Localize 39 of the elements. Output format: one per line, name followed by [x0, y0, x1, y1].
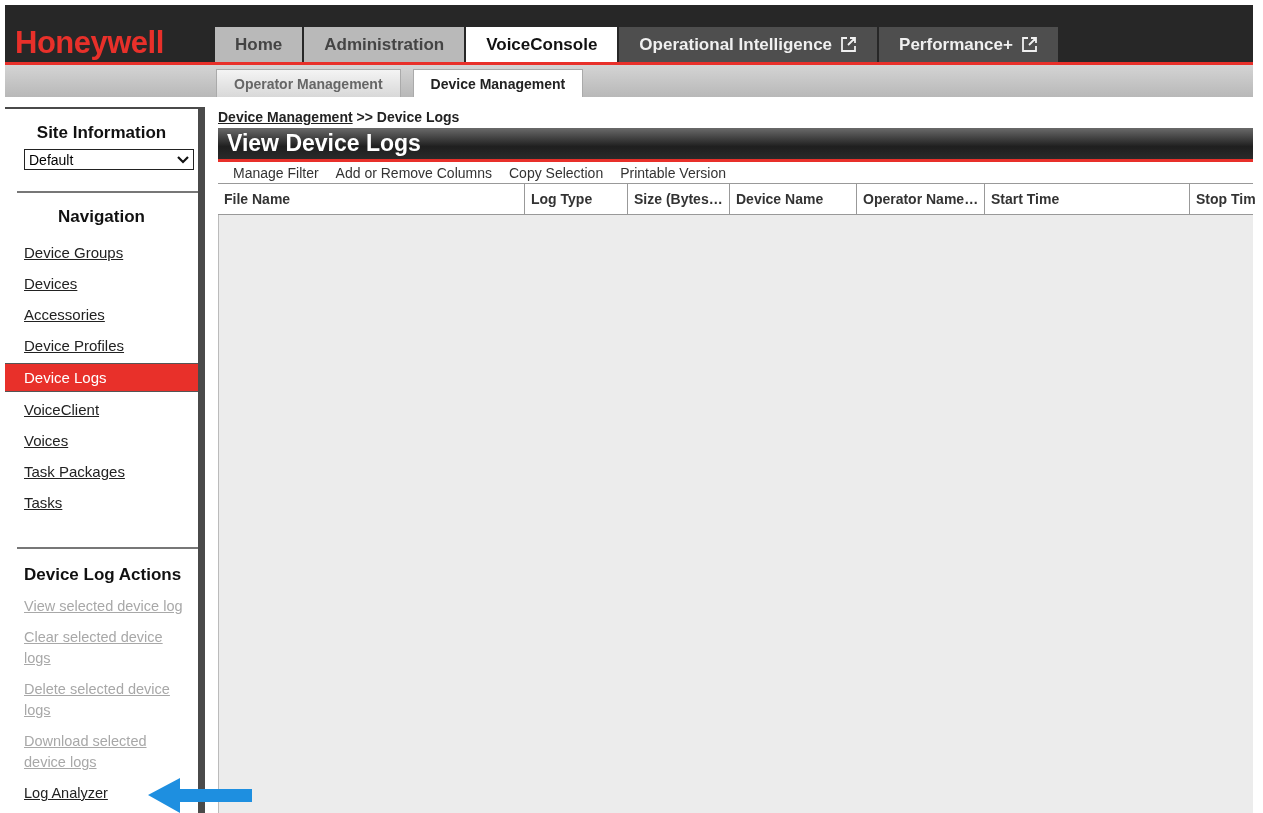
nav-tab[interactable]: Home	[215, 27, 303, 62]
site-information-heading: Site Information	[35, 123, 168, 143]
column-header[interactable]: Device Name	[729, 184, 856, 214]
nav-link[interactable]: Voices	[5, 427, 198, 454]
column-header[interactable]: Operator Name…	[856, 184, 984, 214]
external-link-icon	[840, 36, 858, 53]
nav-link[interactable]: Tasks	[5, 489, 198, 516]
sub-tab[interactable]: Device Management	[412, 69, 584, 97]
page-title: View Device Logs	[218, 128, 1253, 162]
toolbar-link[interactable]: Manage Filter	[233, 164, 319, 181]
nav-tab[interactable]: Administration	[304, 27, 465, 62]
column-header[interactable]: File Name	[218, 184, 524, 214]
sub-tab[interactable]: Operator Management	[216, 69, 401, 97]
action-link[interactable]: Log Analyzer	[24, 783, 108, 804]
column-header[interactable]: Stop Tim	[1189, 184, 1263, 214]
breadcrumb-link[interactable]: Device Management	[218, 109, 353, 125]
toolbar-link[interactable]: Printable Version	[620, 164, 726, 181]
external-link-icon	[1020, 36, 1038, 53]
column-header[interactable]: Start Time	[984, 184, 1189, 214]
toolbar-link[interactable]: Copy Selection	[509, 164, 604, 181]
nav-tab[interactable]: VoiceConsole	[466, 27, 618, 62]
toolbar-link[interactable]: Add or Remove Columns	[335, 164, 492, 181]
nav-tab[interactable]: Operational Intelligence	[619, 27, 878, 62]
chevron-down-icon	[177, 155, 189, 164]
honeywell-logo: Honeywell	[14, 24, 165, 61]
device-log-actions-heading: Device Log Actions	[23, 565, 183, 585]
navigation-heading: Navigation	[57, 207, 146, 227]
site-select[interactable]: Default	[24, 149, 194, 170]
nav-link[interactable]: Accessories	[5, 301, 198, 328]
nav-link[interactable]: Device Profiles	[5, 332, 198, 359]
column-header[interactable]: Log Type	[524, 184, 627, 214]
nav-link[interactable]: VoiceClient	[5, 396, 198, 423]
nav-link[interactable]: Task Packages	[5, 458, 198, 485]
nav-link[interactable]: Device Logs	[5, 363, 198, 392]
nav-tab[interactable]: Performance+	[879, 27, 1058, 62]
nav-link[interactable]: Devices	[5, 270, 198, 297]
breadcrumb-current: >> Device Logs	[356, 109, 460, 125]
column-header[interactable]: Size (Bytes…	[627, 184, 729, 214]
nav-link[interactable]: Device Groups	[5, 239, 198, 266]
